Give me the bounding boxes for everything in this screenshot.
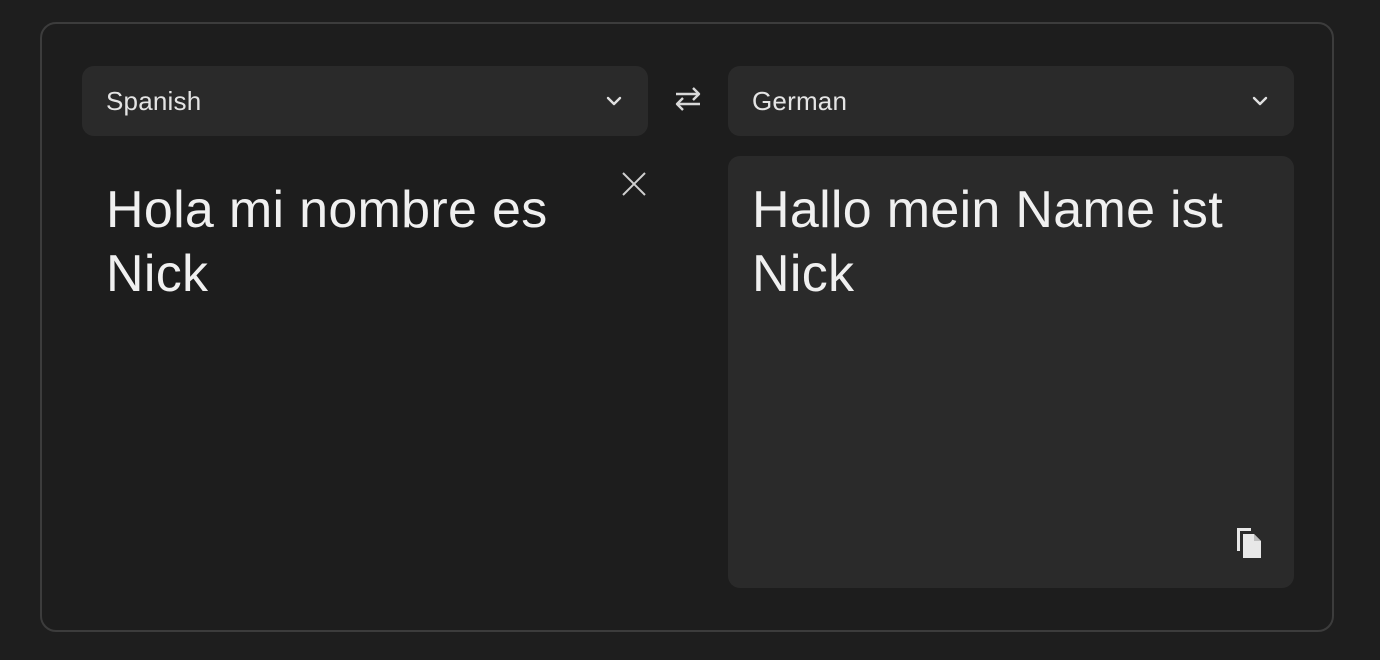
- copy-translation-button[interactable]: [1232, 526, 1266, 562]
- source-text[interactable]: Hola mi nombre es Nick: [106, 178, 586, 306]
- copy-icon: [1233, 525, 1265, 564]
- swap-arrows-icon: [673, 86, 703, 117]
- clear-text-button[interactable]: [620, 171, 648, 202]
- chevron-down-icon: [604, 91, 624, 111]
- target-language-label: German: [752, 85, 848, 116]
- translated-text: Hallo mein Name ist Nick: [752, 181, 1223, 303]
- translation-output-area: Hallo mein Name ist Nick: [728, 156, 1294, 588]
- source-language-label: Spanish: [106, 85, 202, 116]
- swap-languages-button[interactable]: [668, 86, 708, 116]
- target-language-select[interactable]: German: [728, 66, 1294, 136]
- chevron-down-icon: [1250, 91, 1270, 111]
- source-text-area[interactable]: Hola mi nombre es Nick: [82, 156, 648, 588]
- translator-panel: Spanish German Hola mi nombre es Nick Ha…: [40, 22, 1334, 632]
- source-language-select[interactable]: Spanish: [82, 66, 648, 136]
- close-icon: [621, 171, 647, 202]
